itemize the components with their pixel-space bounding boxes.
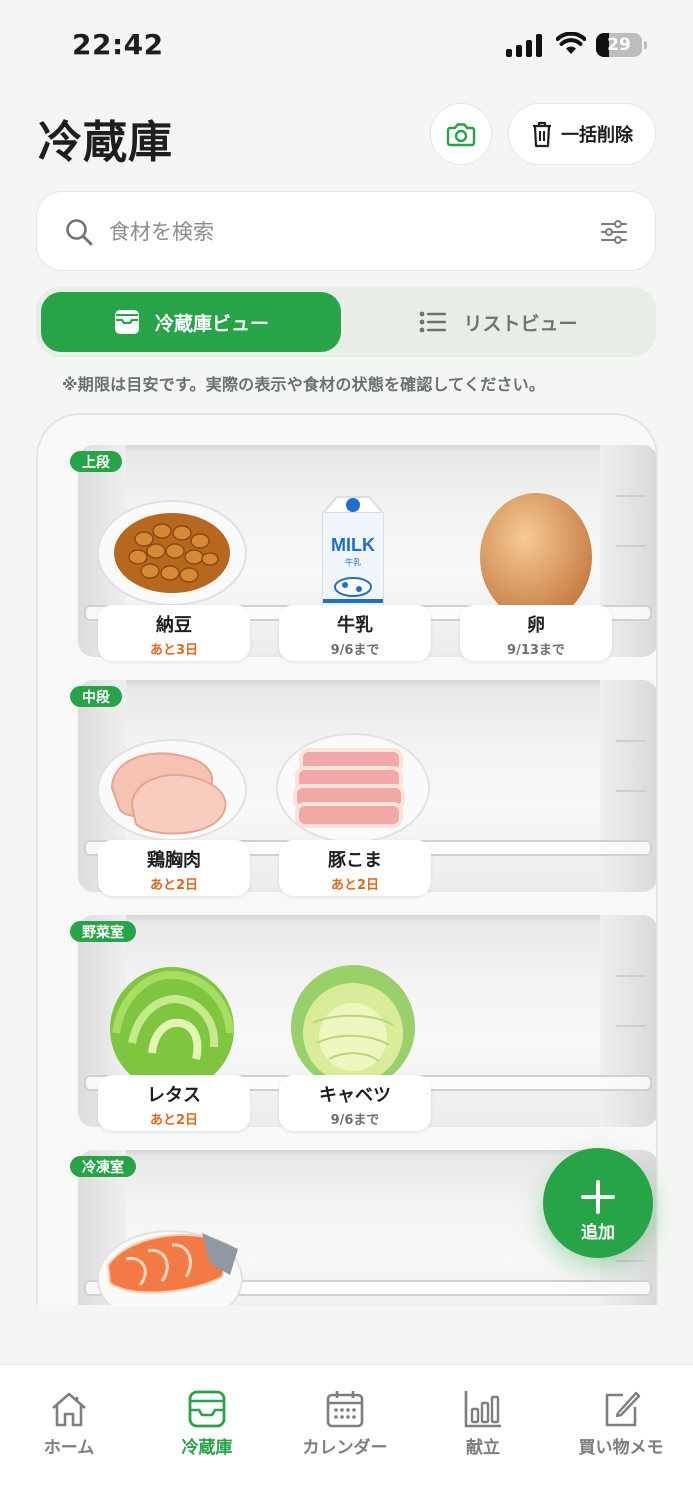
food-name: 納豆 [156, 615, 192, 636]
bottom-tab-bar: ホーム 冷蔵庫 カレンダー 献立 買い物メモ [0, 1364, 693, 1500]
food-item[interactable]: 豚こま あと2日 [273, 728, 433, 898]
milk-brand: MILK [331, 535, 375, 555]
shelf-badge: 野菜室 [70, 921, 136, 942]
filter-sliders-icon[interactable] [600, 219, 628, 245]
tab-calendar-label: カレンダー [302, 1438, 388, 1458]
tab-home-label: ホーム [43, 1438, 95, 1458]
list-icon [420, 311, 447, 333]
tab-shopping-memo-label: 買い物メモ [578, 1438, 664, 1458]
fridge-view-label: 冷蔵庫ビュー [154, 312, 269, 335]
food-card: 鶏胸肉 あと2日 [98, 840, 250, 896]
milk-carton-icon: MILK 牛乳 [322, 496, 384, 613]
salmon-icon [97, 1230, 243, 1305]
home-icon [52, 1392, 86, 1427]
tab-menu-plan-label: 献立 [466, 1438, 500, 1458]
bulk-delete-button[interactable]: 一括削除 [508, 103, 656, 165]
food-expiry: あと2日 [149, 878, 199, 893]
search-icon [66, 219, 93, 246]
camera-button[interactable] [430, 103, 492, 165]
food-expiry: 9/13まで [507, 643, 565, 658]
pork-slices-icon [276, 733, 430, 843]
plus-icon [581, 1180, 615, 1214]
wifi-icon [556, 32, 586, 54]
food-expiry: 9/6まで [330, 1113, 380, 1128]
egg-icon [480, 493, 592, 613]
food-name: 卵 [527, 615, 545, 636]
food-item[interactable]: レタス あと2日 [92, 963, 252, 1133]
view-toggle: 冷蔵庫ビュー リストビュー [36, 287, 656, 357]
list-view-tab[interactable]: リストビュー [346, 292, 651, 352]
tab-fridge-label: 冷蔵庫 [181, 1438, 233, 1458]
battery-tip [644, 41, 647, 49]
food-card: 納豆 あと3日 [98, 605, 250, 661]
food-item[interactable]: MILK 牛乳 牛乳 9/6まで [273, 493, 433, 663]
tab-shopping-memo[interactable]: 買い物メモ [552, 1389, 690, 1458]
shelf-badge: 中段 [70, 686, 122, 707]
food-name: 牛乳 [337, 615, 373, 636]
food-name: レタス [147, 1085, 201, 1106]
list-view-label: リストビュー [463, 312, 578, 335]
milk-sub: 牛乳 [345, 557, 361, 567]
page-title: 冷蔵庫 [38, 117, 173, 168]
food-item[interactable]: 卵 9/13まで [454, 493, 614, 663]
food-card: 豚こま あと2日 [279, 840, 431, 896]
cabbage-icon [291, 965, 415, 1083]
food-name: 豚こま [328, 850, 382, 871]
food-card: レタス あと2日 [98, 1075, 250, 1131]
search-bar [36, 191, 656, 271]
cellular-signal-icon [506, 33, 544, 57]
camera-icon [446, 123, 476, 147]
shelf-badge: 上段 [70, 451, 122, 472]
food-expiry: 9/6まで [330, 643, 380, 658]
calendar-icon [326, 1391, 364, 1428]
add-food-button[interactable]: 追加 [543, 1148, 653, 1258]
natto-icon [97, 500, 247, 606]
food-expiry: あと2日 [149, 1113, 199, 1128]
food-card: キャベツ 9/6まで [279, 1075, 431, 1131]
tab-menu-plan[interactable]: 献立 [414, 1389, 552, 1458]
food-item[interactable] [92, 1215, 252, 1305]
fridge-icon [188, 1390, 226, 1428]
battery-icon: 29 [596, 33, 642, 57]
battery-level: 29 [607, 35, 631, 55]
food-item[interactable]: 納豆 あと3日 [92, 493, 252, 663]
tab-fridge[interactable]: 冷蔵庫 [138, 1389, 276, 1458]
food-item[interactable]: キャベツ 9/6まで [273, 963, 433, 1133]
chicken-breast-icon [97, 739, 247, 841]
shelf-badge: 冷凍室 [70, 1156, 136, 1177]
food-card: 牛乳 9/6まで [279, 605, 431, 661]
lettuce-icon [110, 967, 234, 1083]
food-item[interactable]: 鶏胸肉 あと2日 [92, 728, 252, 898]
bulk-delete-label: 一括削除 [561, 125, 633, 146]
add-label: 追加 [581, 1223, 615, 1243]
tab-calendar[interactable]: カレンダー [276, 1389, 414, 1458]
trash-icon [533, 121, 551, 148]
status-time: 22:42 [72, 28, 164, 61]
memo-edit-icon [605, 1391, 641, 1427]
status-bar: 22:42 29 [0, 0, 693, 90]
food-card: 卵 9/13まで [460, 605, 612, 661]
search-input[interactable] [109, 212, 579, 252]
food-expiry: あと2日 [330, 878, 380, 893]
expiry-disclaimer: ※期限は目安です。実際の表示や食材の状態を確認してください。 [62, 375, 545, 394]
fridge-tray-icon [114, 310, 139, 334]
food-expiry: あと3日 [149, 643, 199, 658]
food-name: 鶏胸肉 [147, 850, 201, 871]
tab-home[interactable]: ホーム [0, 1389, 138, 1458]
fridge-view-tab[interactable]: 冷蔵庫ビュー [41, 292, 341, 352]
food-name: キャベツ [319, 1085, 391, 1106]
bar-chart-icon [464, 1391, 501, 1428]
